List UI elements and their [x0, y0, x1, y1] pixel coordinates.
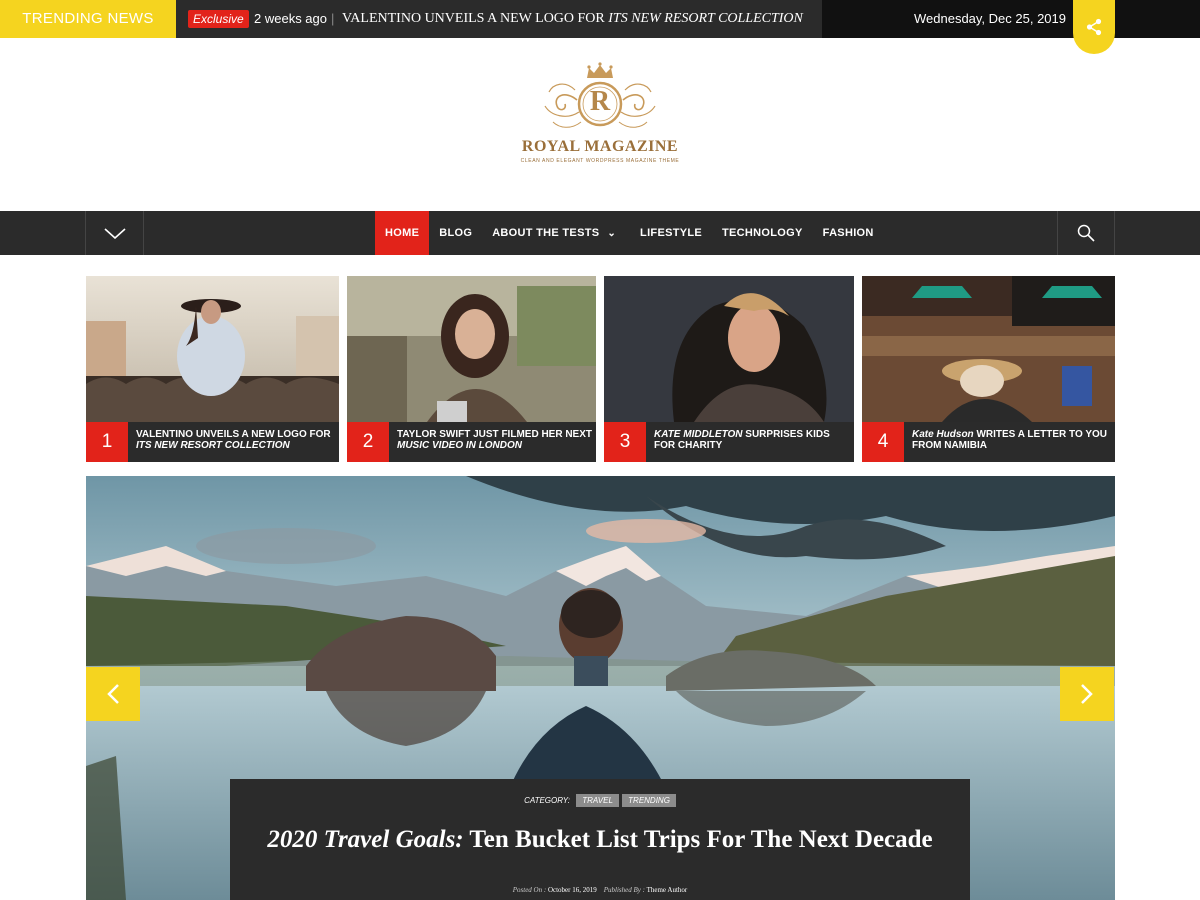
menu-toggle-button[interactable] — [85, 211, 144, 255]
chevron-right-icon — [1081, 684, 1093, 704]
search-button[interactable] — [1057, 211, 1115, 255]
nav-item-about-the-tests[interactable]: ABOUT THE TESTS ⌄ — [482, 211, 626, 255]
nav-item-home[interactable]: HOME — [375, 211, 430, 255]
share-icon — [1086, 18, 1102, 36]
chevron-down-icon — [103, 228, 126, 239]
slider-prev-button[interactable] — [86, 667, 140, 721]
nav-menu: HOME BLOG ABOUT THE TESTS ⌄ LIFESTYLE TEC… — [375, 211, 884, 255]
site-logo[interactable]: R ROYAL MAGAZINE CLEAN AND ELEGANT WORDP… — [500, 60, 700, 190]
featured-title-italic: KATE MIDDLETON — [654, 429, 743, 440]
featured-caption: 3 KATE MIDDLETON SURPRISES KIDS FOR CHAR… — [604, 422, 854, 462]
category-tag-travel[interactable]: TRAVEL — [576, 794, 619, 807]
featured-card-4[interactable]: 4 Kate Hudson WRITES A LETTER TO YOU FRO… — [862, 276, 1115, 462]
posted-label: Posted On : — [512, 886, 547, 894]
main-nav: HOME BLOG ABOUT THE TESTS ⌄ LIFESTYLE TEC… — [0, 211, 1200, 255]
nav-item-blog[interactable]: BLOG — [429, 211, 482, 255]
featured-card-3[interactable]: 3 KATE MIDDLETON SURPRISES KIDS FOR CHAR… — [604, 276, 854, 462]
featured-title-italic: Kate Hudson — [912, 429, 974, 440]
logo-letter: R — [589, 86, 611, 117]
ticker-headline-link[interactable]: VALENTINO UNVEILS A NEW LOGO FOR ITS NEW… — [342, 0, 803, 38]
featured-title-italic: MUSIC VIDEO IN LONDON — [397, 440, 523, 451]
nav-item-label: FASHION — [822, 227, 874, 239]
category-label: CATEGORY: — [524, 796, 570, 805]
news-ticker[interactable]: Exclusive 2 weeks ago | VALENTINO UNVEIL… — [176, 0, 822, 38]
author-name[interactable]: Theme Author — [647, 886, 688, 894]
share-button[interactable] — [1073, 0, 1115, 54]
author-label: Published By : — [603, 886, 645, 894]
nav-item-label: ABOUT THE TESTS — [492, 227, 600, 239]
featured-image-1 — [86, 276, 339, 422]
nav-item-lifestyle[interactable]: LIFESTYLE — [630, 211, 712, 255]
current-date: Wednesday, Dec 25, 2019 — [913, 11, 1066, 26]
slider-next-button[interactable] — [1060, 667, 1114, 721]
featured-title[interactable]: VALENTINO UNVEILS A NEW LOGO FOR ITS NEW… — [136, 429, 331, 451]
featured-image-2 — [347, 276, 596, 422]
rank-number: 1 — [86, 422, 128, 462]
nav-item-label: HOME — [385, 227, 420, 239]
top-bar: TRENDING NEWS Exclusive 2 weeks ago | VA… — [0, 0, 1200, 38]
featured-caption: 1 VALENTINO UNVEILS A NEW LOGO FOR ITS N… — [86, 422, 339, 462]
logo-title: ROYAL MAGAZINE — [521, 138, 679, 155]
ticker-headline-italic: ITS NEW RESORT COLLECTION — [608, 11, 803, 26]
featured-title[interactable]: KATE MIDDLETON SURPRISES KIDS FOR CHARIT… — [654, 429, 849, 451]
slide-title-italic: 2020 Travel Goals: — [267, 826, 464, 853]
featured-image-4 — [862, 276, 1115, 422]
nav-item-fashion[interactable]: FASHION — [813, 211, 884, 255]
featured-title-text: VALENTINO UNVEILS A NEW LOGO FOR — [136, 429, 331, 440]
logo-tagline: CLEAN AND ELEGANT WORDPRESS MAGAZINE THE… — [520, 158, 680, 164]
rank-number: 2 — [347, 422, 389, 462]
featured-caption: 2 TAYLOR SWIFT JUST FILMED HER NEXT MUSI… — [347, 422, 596, 462]
exclusive-badge: Exclusive — [188, 10, 249, 28]
featured-caption: 4 Kate Hudson WRITES A LETTER TO YOU FRO… — [862, 422, 1115, 462]
slide-title[interactable]: 2020 Travel Goals: Ten Bucket List Trips… — [230, 827, 970, 853]
chevron-left-icon — [107, 684, 119, 704]
nav-item-label: LIFESTYLE — [640, 227, 703, 239]
posted-date[interactable]: October 16, 2019 — [548, 886, 597, 894]
featured-card-1[interactable]: 1 VALENTINO UNVEILS A NEW LOGO FOR ITS N… — [86, 276, 339, 462]
featured-title-text: TAYLOR SWIFT JUST FILMED HER NEXT — [397, 429, 593, 440]
search-icon — [1077, 224, 1095, 242]
slide-categories: CATEGORY: TRAVEL TRENDING — [230, 794, 970, 807]
featured-title[interactable]: TAYLOR SWIFT JUST FILMED HER NEXT MUSIC … — [397, 429, 592, 451]
slide-title-rest: Ten Bucket List Trips For The Next Decad… — [463, 826, 933, 853]
slide-caption-box: CATEGORY: TRAVEL TRENDING 2020 Travel Go… — [230, 779, 970, 900]
chevron-down-icon: ⌄ — [607, 228, 617, 239]
rank-number: 4 — [862, 422, 904, 462]
featured-title[interactable]: Kate Hudson WRITES A LETTER TO YOU FROM … — [912, 429, 1107, 451]
nav-item-label: TECHNOLOGY — [722, 227, 803, 239]
featured-image-3 — [604, 276, 854, 422]
category-tag-trending[interactable]: TRENDING — [622, 794, 676, 807]
ticker-separator: | — [331, 11, 335, 26]
nav-item-technology[interactable]: TECHNOLOGY — [712, 211, 813, 255]
featured-title-italic: ITS NEW RESORT COLLECTION — [136, 440, 290, 451]
featured-card-2[interactable]: 2 TAYLOR SWIFT JUST FILMED HER NEXT MUSI… — [347, 276, 596, 462]
rank-number: 3 — [604, 422, 646, 462]
nav-item-label: BLOG — [439, 227, 473, 239]
slide-meta: Posted On : October 16, 2019 Published B… — [230, 886, 970, 894]
ticker-headline-main: VALENTINO UNVEILS A NEW LOGO FOR — [342, 11, 609, 26]
trending-news-label: TRENDING NEWS — [0, 0, 176, 38]
ticker-time-ago: 2 weeks ago — [254, 11, 327, 26]
